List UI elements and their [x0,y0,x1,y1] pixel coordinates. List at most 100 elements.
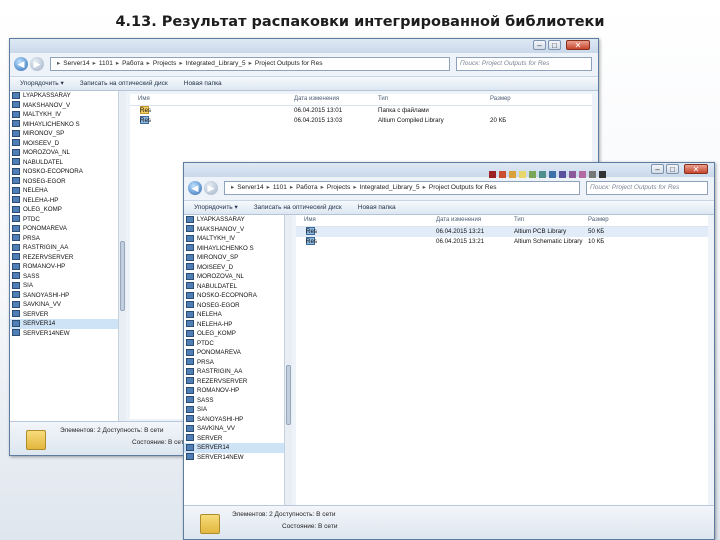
minimize-button[interactable]: – [651,164,664,174]
nav-item-computer[interactable]: SAVKINA_VV [10,300,125,310]
nav-item-computer[interactable]: MIHAYLICHENKO S [10,120,125,130]
nav-item-computer[interactable]: NABULDATEL [10,158,125,168]
column-header[interactable]: Тип [514,215,524,226]
nav-item-computer[interactable]: MOROZOVA_NL [184,272,284,282]
nav-item-computer[interactable]: MAKSHANOV_V [184,225,284,235]
toolbar-button[interactable]: Упорядочить ▾ [20,80,64,87]
close-button[interactable]: ✕ [566,40,590,50]
nav-item-computer[interactable]: LYAPKASSARAY [184,215,284,225]
nav-scroll-thumb[interactable] [286,365,291,425]
nav-scrollbar[interactable] [118,91,126,421]
nav-scroll-thumb[interactable] [120,241,125,311]
nav-item-computer[interactable]: NOSEG-EGOR [184,301,284,311]
nav-item-computer[interactable]: REZERVSERVER [10,253,125,263]
nav-item-computer[interactable]: MAKSHANOV_V [10,101,125,111]
breadcrumb-item[interactable]: Projects [327,184,350,191]
nav-scrollbar[interactable] [284,215,292,505]
nav-item-computer[interactable]: MIRONOV_SP [10,129,125,139]
nav-item-computer[interactable]: NELEHA-HP [10,196,125,206]
column-header[interactable]: Дата изменения [294,94,339,105]
back-button[interactable]: ◀ [188,181,202,195]
breadcrumb-item[interactable]: Работа [122,60,143,67]
column-header[interactable]: Имя [138,94,150,105]
address-bar[interactable]: ▸ Server14 ▸ 1101 ▸ Работа ▸ Projects ▸ Integrate… [224,181,580,195]
nav-item-computer[interactable]: MALTYKH_IV [184,234,284,244]
file-row[interactable]: Res 06.04.2015 13:03 Altium Compiled Libra… [130,116,592,126]
nav-item-computer[interactable]: NELEHA [184,310,284,320]
nav-item-computer[interactable]: REZERVSERVER [184,377,284,387]
nav-item-computer[interactable]: MIHAYLICHENKO S [184,244,284,254]
nav-item-computer[interactable]: SERVER14NEW [10,329,125,339]
forward-button[interactable]: ▶ [204,181,218,195]
nav-item-computer[interactable]: ROMANOV-HP [184,386,284,396]
nav-item-computer[interactable]: MOROZOVA_NL [10,148,125,158]
nav-item-computer[interactable]: ROMANOV-HP [10,262,125,272]
nav-item-computer[interactable]: SERVER14NEW [184,453,284,463]
nav-item-computer[interactable]: PRSA [10,234,125,244]
nav-item-computer[interactable]: MALTYKH_IV [10,110,125,120]
maximize-button[interactable]: □ [548,40,561,50]
breadcrumb-item[interactable]: 1101 [99,60,113,67]
nav-item-computer[interactable]: LYAPKASSARAY [10,91,125,101]
column-header[interactable]: Размер [490,94,511,105]
nav-item-computer[interactable]: RASTRIGIN_AA [10,243,125,253]
breadcrumb-item[interactable]: Integrated_Library_5 [360,184,420,191]
nav-item-computer[interactable]: OLEG_KOMP [10,205,125,215]
nav-item-computer[interactable]: MOISEEV_D [10,139,125,149]
nav-item-computer[interactable]: PTDC [10,215,125,225]
nav-item-computer[interactable]: SERVER14 [10,319,125,329]
forward-button[interactable]: ▶ [30,57,44,71]
nav-item-computer[interactable]: PONOMAREVA [10,224,125,234]
back-button[interactable]: ◀ [14,57,28,71]
nav-item-computer[interactable]: NOSKO-ECOPNORA [184,291,284,301]
nav-item-computer[interactable]: NOSEG-EGOR [10,177,125,187]
search-input[interactable]: Поиск: Project Outputs for Res [586,181,708,195]
maximize-button[interactable]: □ [666,164,679,174]
nav-item-computer[interactable]: PRSA [184,358,284,368]
toolbar-button[interactable]: Новая папка [184,80,222,87]
breadcrumb-item[interactable]: Project Outputs for Res [429,184,497,191]
nav-item-computer[interactable]: MIRONOV_SP [184,253,284,263]
breadcrumb-item[interactable]: Server14 [237,184,263,191]
breadcrumb-item[interactable]: Projects [153,60,176,67]
nav-item-computer[interactable]: SANOYASHI-HP [10,291,125,301]
nav-item-computer[interactable]: PTDC [184,339,284,349]
column-header[interactable]: Тип [378,94,388,105]
file-row[interactable]: Res 06.04.2015 13:21 Altium PCB Library 50 … [296,227,708,237]
nav-item-computer[interactable]: SANOYASHI-HP [184,415,284,425]
nav-item-computer[interactable]: SERVER [184,434,284,444]
nav-item-computer[interactable]: SAVKINA_VV [184,424,284,434]
nav-item-computer[interactable]: SASS [184,396,284,406]
address-bar[interactable]: ▸ Server14 ▸ 1101 ▸ Работа ▸ Projects ▸ Integrate… [50,57,450,71]
breadcrumb-item[interactable]: Integrated_Library_5 [186,60,246,67]
nav-item-computer[interactable]: MOISEEV_D [184,263,284,273]
file-row[interactable]: Res 06.04.2015 13:21 Altium Schematic Libr… [296,237,708,247]
breadcrumb-item[interactable]: Project Outputs for Res [255,60,323,67]
nav-item-computer[interactable]: NELEHA-HP [184,320,284,330]
nav-item-computer[interactable]: NELEHA [10,186,125,196]
nav-item-computer[interactable]: NABULDATEL [184,282,284,292]
search-input[interactable]: Поиск: Project Outputs for Res [456,57,592,71]
title-bar[interactable]: – □ ✕ [184,163,714,178]
nav-item-computer[interactable]: SASS [10,272,125,282]
toolbar-button[interactable]: Записать на оптический диск [80,80,168,87]
nav-item-computer[interactable]: PONOMAREVA [184,348,284,358]
minimize-button[interactable]: – [533,40,546,50]
column-header[interactable]: Размер [588,215,609,226]
nav-item-computer[interactable]: RASTRIGIN_AA [184,367,284,377]
nav-item-computer[interactable]: SIA [184,405,284,415]
toolbar-button[interactable]: Записать на оптический диск [254,204,342,211]
nav-item-computer[interactable]: SERVER [10,310,125,320]
toolbar-button[interactable]: Новая папка [358,204,396,211]
breadcrumb-item[interactable]: Работа [296,184,317,191]
title-bar[interactable]: – □ ✕ [10,39,598,53]
toolbar-button[interactable]: Упорядочить ▾ [194,204,238,211]
column-header[interactable]: Дата изменения [436,215,481,226]
nav-item-computer[interactable]: OLEG_KOMP [184,329,284,339]
nav-item-computer[interactable]: NOSKO-ECOPNORA [10,167,125,177]
close-button[interactable]: ✕ [684,164,708,174]
breadcrumb-item[interactable]: 1101 [273,184,287,191]
breadcrumb-item[interactable]: Server14 [63,60,89,67]
file-row[interactable]: Res 06.04.2015 13:01 Папка с файлами [130,106,592,116]
nav-item-computer[interactable]: SERVER14 [184,443,284,453]
